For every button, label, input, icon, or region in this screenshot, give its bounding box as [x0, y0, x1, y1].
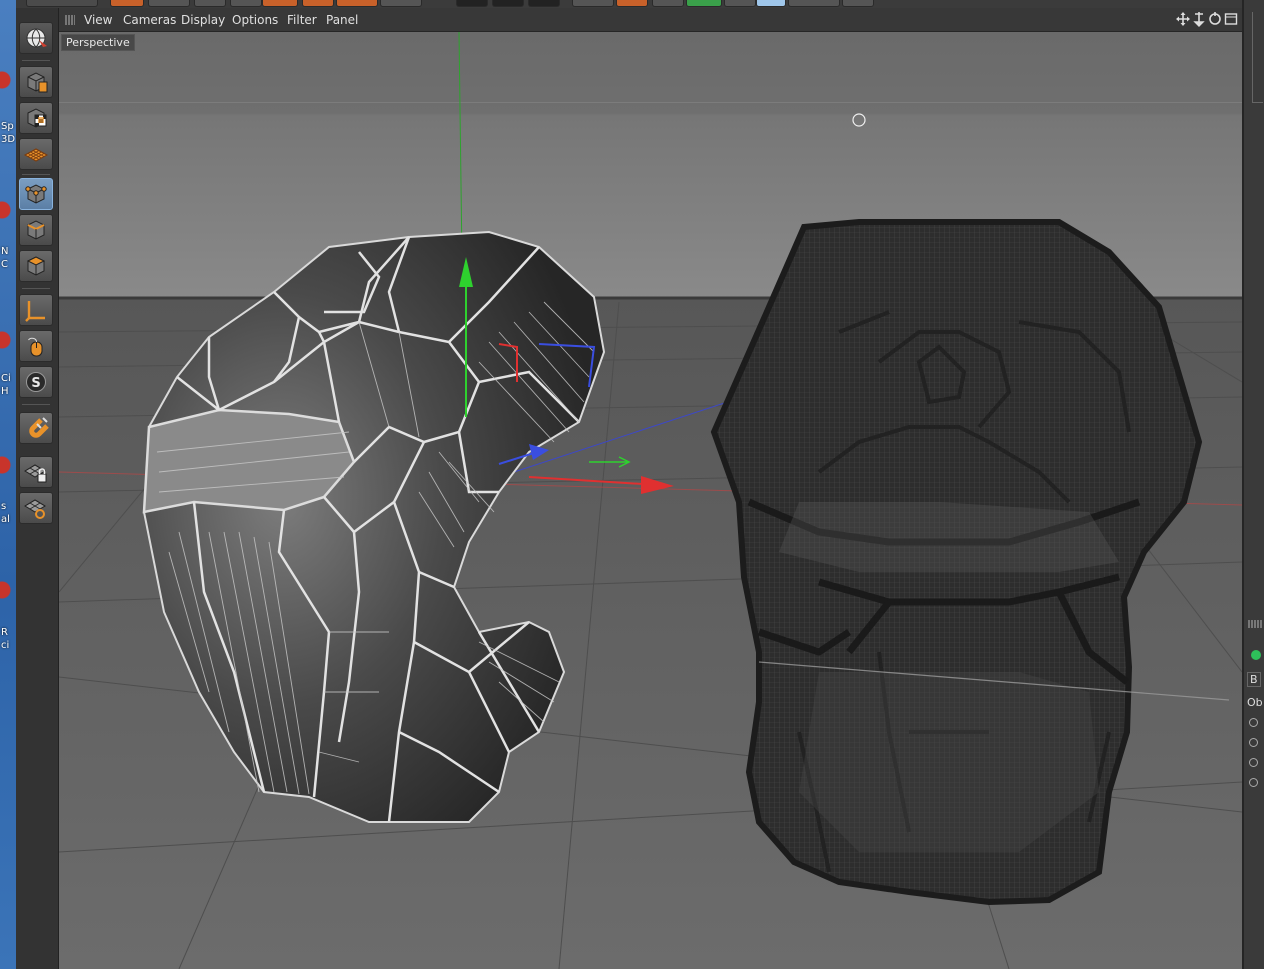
desktop-icon[interactable] [0, 570, 14, 610]
option-radio[interactable] [1249, 738, 1258, 747]
menu-display[interactable]: Display [181, 13, 225, 27]
desktop-icon-label: s al [1, 501, 10, 525]
texture-mode-button[interactable] [19, 102, 53, 134]
snap-icon: S [26, 372, 46, 392]
desktop-icon-label: N C [1, 246, 9, 270]
viewport-menubar: View Cameras Display Options Filter Pane… [59, 8, 1242, 32]
globe-camera-icon [26, 28, 47, 48]
panel-tab-label[interactable]: B [1247, 672, 1261, 687]
toolbar-button[interactable] [302, 0, 334, 7]
menubar-grip[interactable] [65, 15, 75, 25]
camera-label[interactable]: Perspective [61, 34, 135, 51]
option-radio[interactable] [1249, 778, 1258, 787]
desktop-icon[interactable] [0, 190, 14, 230]
workplane-mode-icon [23, 148, 49, 162]
toolbar-button[interactable] [194, 0, 226, 7]
toolbar-button[interactable] [724, 0, 756, 7]
axis-mode-icon [25, 301, 45, 322]
pan-view-icon[interactable] [1176, 11, 1190, 27]
points-mode-button[interactable] [19, 178, 53, 210]
menu-view[interactable]: View [84, 13, 112, 27]
maximize-view-icon[interactable] [1224, 11, 1238, 27]
model-mode-button[interactable] [19, 66, 53, 98]
polygons-mode-icon [26, 256, 46, 276]
palette-divider [22, 404, 50, 405]
edges-mode-button[interactable] [19, 214, 53, 246]
undo-view-button[interactable] [19, 22, 53, 54]
toolbar-button[interactable] [230, 0, 262, 7]
palette-divider [22, 288, 50, 289]
option-radio[interactable] [1249, 718, 1258, 727]
toolbar-button[interactable] [788, 0, 840, 7]
magnet-icon [29, 417, 49, 438]
toolbar-button[interactable] [616, 0, 648, 7]
toolbar-button[interactable] [262, 0, 298, 7]
toolbar-button[interactable] [336, 0, 378, 7]
planar-workplane-icon [24, 499, 46, 519]
planar-workplane-button[interactable] [19, 492, 53, 524]
toolbar-button[interactable] [572, 0, 614, 7]
polygons-mode-button[interactable] [19, 250, 53, 282]
toolbar-button[interactable] [686, 0, 722, 7]
panel-grip[interactable] [1248, 620, 1262, 628]
points-mode-icon [25, 184, 47, 204]
panel-section-label: Ob [1247, 696, 1263, 709]
toolbar-button[interactable] [756, 0, 786, 7]
texture-mode-icon [27, 108, 47, 128]
toolbar-button[interactable] [110, 0, 144, 7]
scene-render[interactable] [59, 32, 1242, 969]
edges-mode-icon [27, 220, 45, 240]
dolly-view-icon[interactable] [1192, 11, 1206, 27]
toolbar-button[interactable] [26, 0, 98, 7]
desktop-icon-label: R ci [1, 627, 10, 651]
desktop-icon[interactable] [0, 445, 14, 485]
desktop-icon-label: Ci H [1, 373, 11, 397]
desktop-icon[interactable] [0, 320, 14, 360]
axis-mode-button[interactable] [19, 294, 53, 326]
svg-text:S: S [31, 376, 40, 391]
snap-button[interactable]: S [19, 366, 53, 398]
workplane-mode-button[interactable] [19, 138, 53, 170]
toolbar-button[interactable] [652, 0, 684, 7]
tweak-mode-icon [28, 337, 43, 357]
menu-options[interactable]: Options [232, 13, 278, 27]
lock-workplane-button[interactable] [19, 456, 53, 488]
magnet-button[interactable] [19, 412, 53, 444]
toolbar-button[interactable] [456, 0, 488, 7]
object-icon[interactable] [1248, 648, 1262, 662]
desktop-background: Sp 3D N C Ci H s al R ci [0, 0, 16, 969]
lock-workplane-icon [24, 464, 47, 483]
toolbar-button[interactable] [842, 0, 874, 7]
panel-frame [1252, 12, 1263, 103]
toolbar-button[interactable] [148, 0, 190, 7]
desktop-icon-label: Sp 3D [1, 121, 16, 145]
menu-panel[interactable]: Panel [326, 13, 358, 27]
tweak-mode-button[interactable] [19, 330, 53, 362]
toolbar-button[interactable] [492, 0, 524, 7]
rotate-view-icon[interactable] [1208, 11, 1222, 27]
menu-filter[interactable]: Filter [287, 13, 317, 27]
menu-cameras[interactable]: Cameras [123, 13, 176, 27]
attributes-panel: B Ob [1242, 0, 1264, 969]
tool-palette: S [16, 8, 59, 969]
viewport-panel: View Cameras Display Options Filter Pane… [59, 8, 1242, 969]
palette-divider [22, 174, 50, 175]
toolbar-button[interactable] [528, 0, 560, 7]
perspective-viewport[interactable]: Perspective [59, 32, 1242, 969]
palette-divider [22, 60, 50, 61]
desktop-icon[interactable] [0, 60, 14, 100]
model-mode-icon [27, 72, 48, 93]
toolbar-button[interactable] [380, 0, 422, 7]
option-radio[interactable] [1249, 758, 1258, 767]
